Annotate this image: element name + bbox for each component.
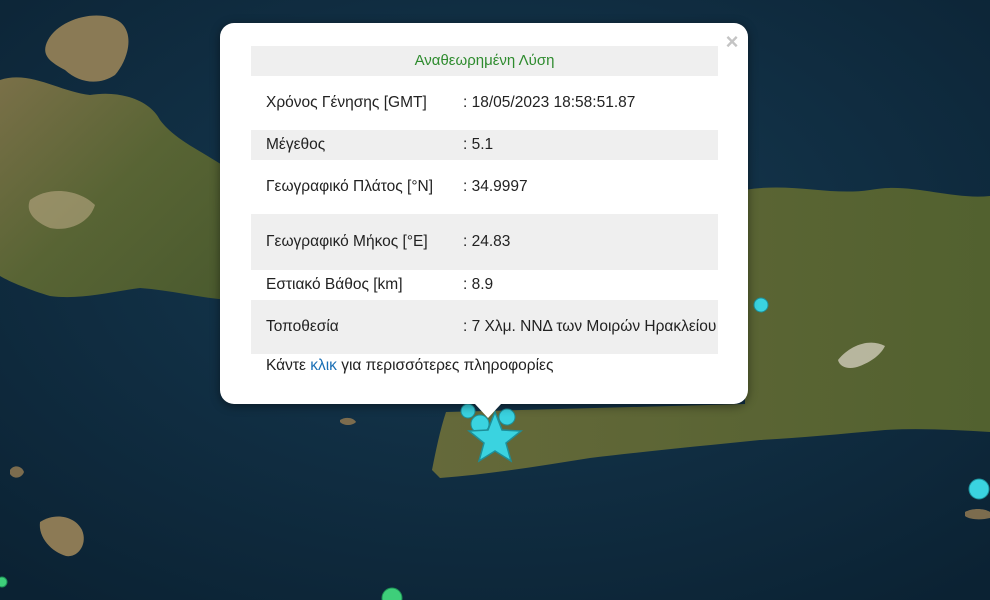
event-circle-icon[interactable] (968, 478, 990, 500)
close-icon[interactable]: × (722, 31, 742, 53)
row-value: : 18/05/2023 18:58:51.87 (463, 94, 636, 111)
event-circle-icon[interactable] (460, 403, 476, 419)
row-label: Γεωγραφικό Μήκος [°E] (266, 233, 428, 250)
more-info-link[interactable]: κλικ (310, 357, 337, 374)
table-row-latitude: Γεωγραφικό Πλάτος [°N] : 34.9997 (251, 160, 718, 214)
more-info-footer: Κάντε κλικ για περισσότερες πληροφορίες (266, 357, 553, 375)
row-value: : 7 Χλμ. ΝΝΔ των Μοιρών Ηρακλείου (463, 318, 717, 335)
table-row-depth: Εστιακό Βάθος [km] : 8.9 (251, 270, 718, 300)
popup-title: Αναθεωρημένη Λύση (251, 46, 718, 76)
table-row-longitude: Γεωγραφικό Μήκος [°E] : 24.83 (251, 214, 718, 270)
table-row-origin-time: Χρόνος Γένησης [GMT] : 18/05/2023 18:58:… (251, 76, 718, 130)
row-label: Χρόνος Γένησης [GMT] (266, 94, 427, 111)
row-label: Τοποθεσία (266, 318, 339, 335)
event-circle-icon[interactable] (753, 297, 769, 313)
row-value: : 34.9997 (463, 178, 528, 195)
row-value: : 8.9 (463, 276, 494, 293)
row-label: Μέγεθος (266, 136, 326, 153)
table-row-magnitude: Μέγεθος : 5.1 (251, 130, 718, 160)
row-label: Γεωγραφικό Πλάτος [°N] (266, 178, 434, 195)
footer-prefix: Κάντε (266, 357, 311, 374)
earthquake-info-popup: × Αναθεωρημένη Λύση Χρόνος Γένησης [GMT]… (220, 23, 748, 418)
row-value: : 24.83 (463, 233, 511, 250)
event-circle-icon[interactable] (498, 408, 516, 426)
islet-small-3 (965, 509, 990, 520)
row-label: Εστιακό Βάθος [km] (266, 276, 403, 293)
row-value: : 5.1 (463, 136, 494, 153)
table-row-location: Τοποθεσία : 7 Χλμ. ΝΝΔ των Μοιρών Ηρακλε… (251, 300, 718, 354)
footer-suffix: για περισσότερες πληροφορίες (336, 357, 554, 374)
earthquake-details-table: Αναθεωρημένη Λύση Χρόνος Γένησης [GMT] :… (251, 46, 718, 354)
event-circle-icon[interactable] (0, 576, 8, 588)
